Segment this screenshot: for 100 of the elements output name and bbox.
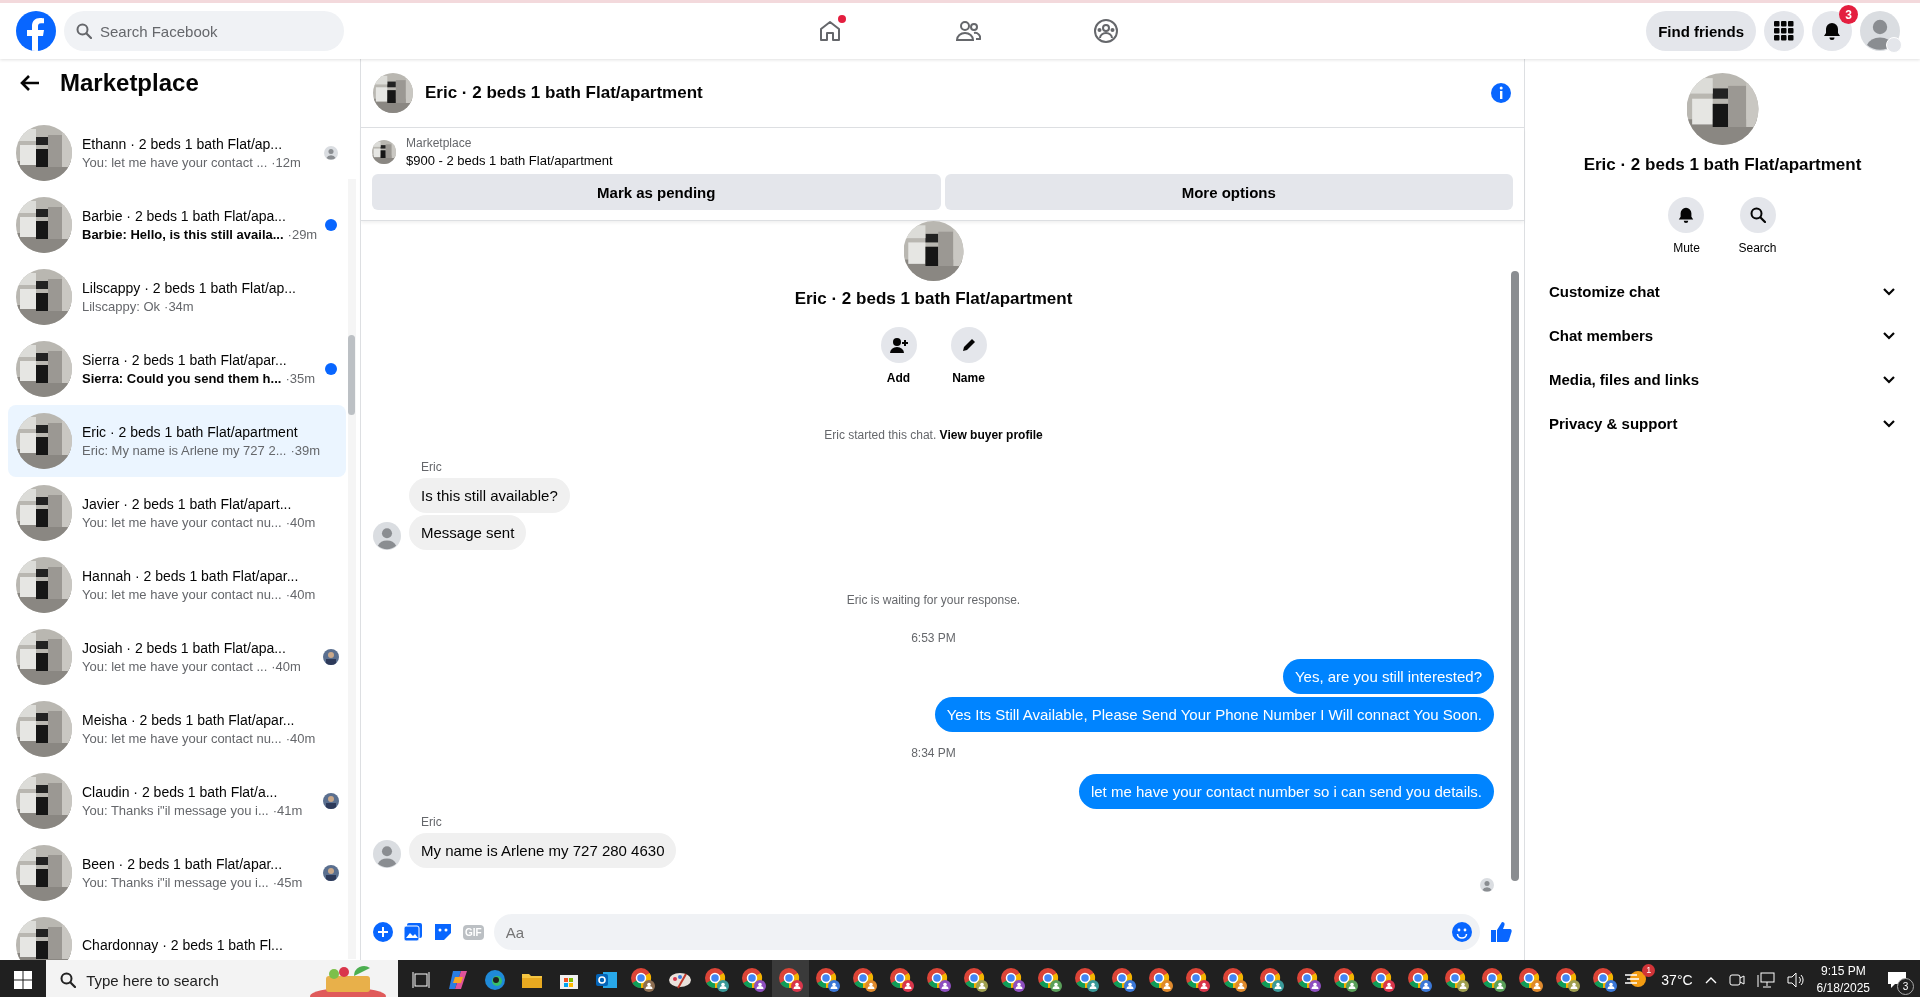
account-button[interactable] (1860, 11, 1900, 51)
message-preview: You: let me have your contact ... (82, 659, 268, 674)
plus-icon[interactable] (373, 922, 393, 942)
taskbar-search-field[interactable]: Type here to search (46, 960, 399, 997)
chrome-icon[interactable] (851, 967, 878, 993)
search-field[interactable]: Search Facebook (64, 11, 344, 51)
back-arrow-icon[interactable] (20, 74, 40, 92)
conversation-item[interactable]: Ethann · 2 beds 1 bath Flat/ap... You: let me have your contact ... ·12m (8, 117, 346, 189)
chat-name: Eric · 2 beds 1 bath Flat/apartment (794, 289, 1073, 309)
home-icon (818, 19, 843, 43)
conversation-item[interactable]: Josiah · 2 beds 1 bath Flat/apa... You: let me have your contact ... ·40m (8, 621, 346, 693)
message-preview: You: Thanks i"il message you i... (82, 875, 269, 890)
chrome-icon[interactable] (629, 967, 656, 993)
chrome-icon[interactable] (1258, 967, 1285, 993)
conversation-item[interactable]: Javier · 2 beds 1 bath Flat/apart... You: let me have your contact nu... ·40m (8, 477, 346, 549)
message-time: ·40m (285, 515, 316, 530)
chrome-icon[interactable] (814, 967, 841, 993)
outlook-icon[interactable] (594, 970, 617, 990)
conversation-item[interactable]: Lilscappy · 2 beds 1 bath Flat/ap... Lilscappy: Ok ·34m (8, 261, 346, 333)
chrome-icon[interactable] (1591, 967, 1618, 993)
windows-icon[interactable] (14, 971, 33, 989)
notification-count: 3 (1897, 978, 1914, 995)
clock[interactable]: 9:15 PM 6/18/2025 (1816, 963, 1870, 997)
section-header[interactable]: Media, files and links (1533, 357, 1912, 401)
chrome-icon[interactable] (1443, 967, 1470, 993)
weather-badge: 1 (1642, 963, 1656, 977)
conversation-item[interactable]: Been · 2 beds 1 bath Flat/apar... You: Thanks i"il message you i... ·45m (8, 837, 346, 909)
edge-icon[interactable] (483, 969, 506, 991)
listing-action-button[interactable]: More options (944, 174, 1513, 210)
chrome-icon[interactable] (1369, 967, 1396, 993)
facebook-logo[interactable] (16, 11, 56, 51)
section-header[interactable]: Chat members (1533, 313, 1912, 357)
find-friends-button[interactable]: Find friends (1646, 11, 1756, 51)
chrome-icon[interactable] (1295, 967, 1322, 993)
message-time: ·39m (290, 443, 321, 458)
thumbs-up-icon[interactable] (1490, 921, 1512, 943)
message-bubble: Message sent (409, 515, 527, 550)
chrome-icon[interactable] (925, 967, 952, 993)
chevron-down-icon (1882, 418, 1896, 428)
menu-button[interactable] (1764, 11, 1804, 51)
message-time: ·40m (271, 659, 301, 674)
sender-name: Eric (421, 460, 443, 474)
chrome-icon[interactable] (962, 967, 989, 993)
chevron-down-icon (1882, 374, 1896, 384)
info-icon[interactable] (1490, 82, 1512, 104)
section-header[interactable]: Privacy & support (1533, 401, 1912, 445)
sticker-icon[interactable] (433, 922, 453, 942)
listing-action-button[interactable]: Mark as pending (372, 174, 941, 210)
buyer-profile-link[interactable]: View buyer profile (939, 428, 1043, 442)
message-time: ·29m (287, 227, 318, 242)
task-view-icon[interactable] (411, 972, 430, 988)
chrome-icon[interactable] (1184, 967, 1211, 993)
chrome-icon[interactable] (999, 967, 1026, 993)
chrome-icon[interactable] (888, 967, 915, 993)
chrome-icon[interactable] (1480, 967, 1507, 993)
chrome-icon[interactable] (1406, 967, 1433, 993)
scrollbar-thumb[interactable] (348, 335, 355, 415)
emoji-icon[interactable] (1452, 922, 1472, 942)
camera-icon[interactable] (1728, 973, 1745, 987)
system-note: Eric started this chat. View buyer profile (824, 428, 1043, 442)
conversation-item[interactable]: Sierra · 2 beds 1 bath Flat/apar... Sierra: Could you send them h... ·35m (8, 333, 346, 405)
chrome-icon[interactable] (1554, 967, 1581, 993)
scrollbar-thumb[interactable] (1511, 271, 1519, 881)
conversation-title: Javier · 2 beds 1 bath Flat/apart... (82, 496, 293, 512)
conversation-item[interactable]: Barbie · 2 beds 1 bath Flat/apa... Barbie: Hello, is this still availa... ·29m (8, 189, 346, 261)
copilot-icon[interactable] (446, 969, 469, 991)
folder-icon[interactable] (520, 971, 543, 989)
conversation-title: Eric · 2 beds 1 bath Flat/apartment (82, 424, 299, 440)
chrome-icon[interactable] (1036, 967, 1063, 993)
chevron-down-icon (1882, 330, 1896, 340)
conversation-item[interactable]: Meisha · 2 beds 1 bath Flat/apar... You: let me have your contact nu... ·40m (8, 693, 346, 765)
system-note: Eric is waiting for your response. (846, 593, 1021, 607)
chrome-icon[interactable] (740, 967, 767, 993)
taskbar-app[interactable] (772, 960, 810, 997)
chrome-icon[interactable] (777, 967, 804, 993)
volume-icon[interactable] (1786, 972, 1805, 988)
chrome-icon[interactable] (1221, 967, 1248, 993)
conversation-item[interactable]: Hannah · 2 beds 1 bath Flat/apar... You: let me have your contact nu... ·40m (8, 549, 346, 621)
chrome-icon[interactable] (1073, 967, 1100, 993)
chrome-icon[interactable] (1517, 967, 1544, 993)
avatar-icon (1480, 878, 1494, 892)
grid-icon (1774, 21, 1794, 41)
caret-up-icon[interactable] (1704, 976, 1717, 984)
photo-icon[interactable] (403, 922, 423, 942)
paint-app-icon[interactable] (667, 970, 692, 990)
conversation-item[interactable]: Claudin · 2 beds 1 bath Flat/a... You: Thanks i"il message you i... ·41m (8, 765, 346, 837)
chrome-icon[interactable] (1147, 967, 1174, 993)
avatar-icon (373, 522, 401, 550)
conversation-item[interactable]: Eric · 2 beds 1 bath Flat/apartment Eric: My name is Arlene my 727 2... ·39m (8, 405, 346, 477)
friends-icon (955, 19, 982, 43)
conversation-title: Sierra · 2 beds 1 bath Flat/apar... (82, 352, 288, 368)
network-icon[interactable] (1756, 972, 1775, 988)
message-preview: Sierra: Could you send them h... (82, 371, 282, 386)
message-field[interactable]: Aa (493, 914, 1480, 950)
notifications-button[interactable] (1812, 11, 1852, 51)
message-time: ·40m (285, 587, 316, 602)
chrome-icon[interactable] (703, 967, 730, 993)
section-header[interactable]: Customize chat (1533, 269, 1912, 313)
chrome-icon[interactable] (1110, 967, 1137, 993)
chrome-icon[interactable] (1332, 967, 1359, 993)
